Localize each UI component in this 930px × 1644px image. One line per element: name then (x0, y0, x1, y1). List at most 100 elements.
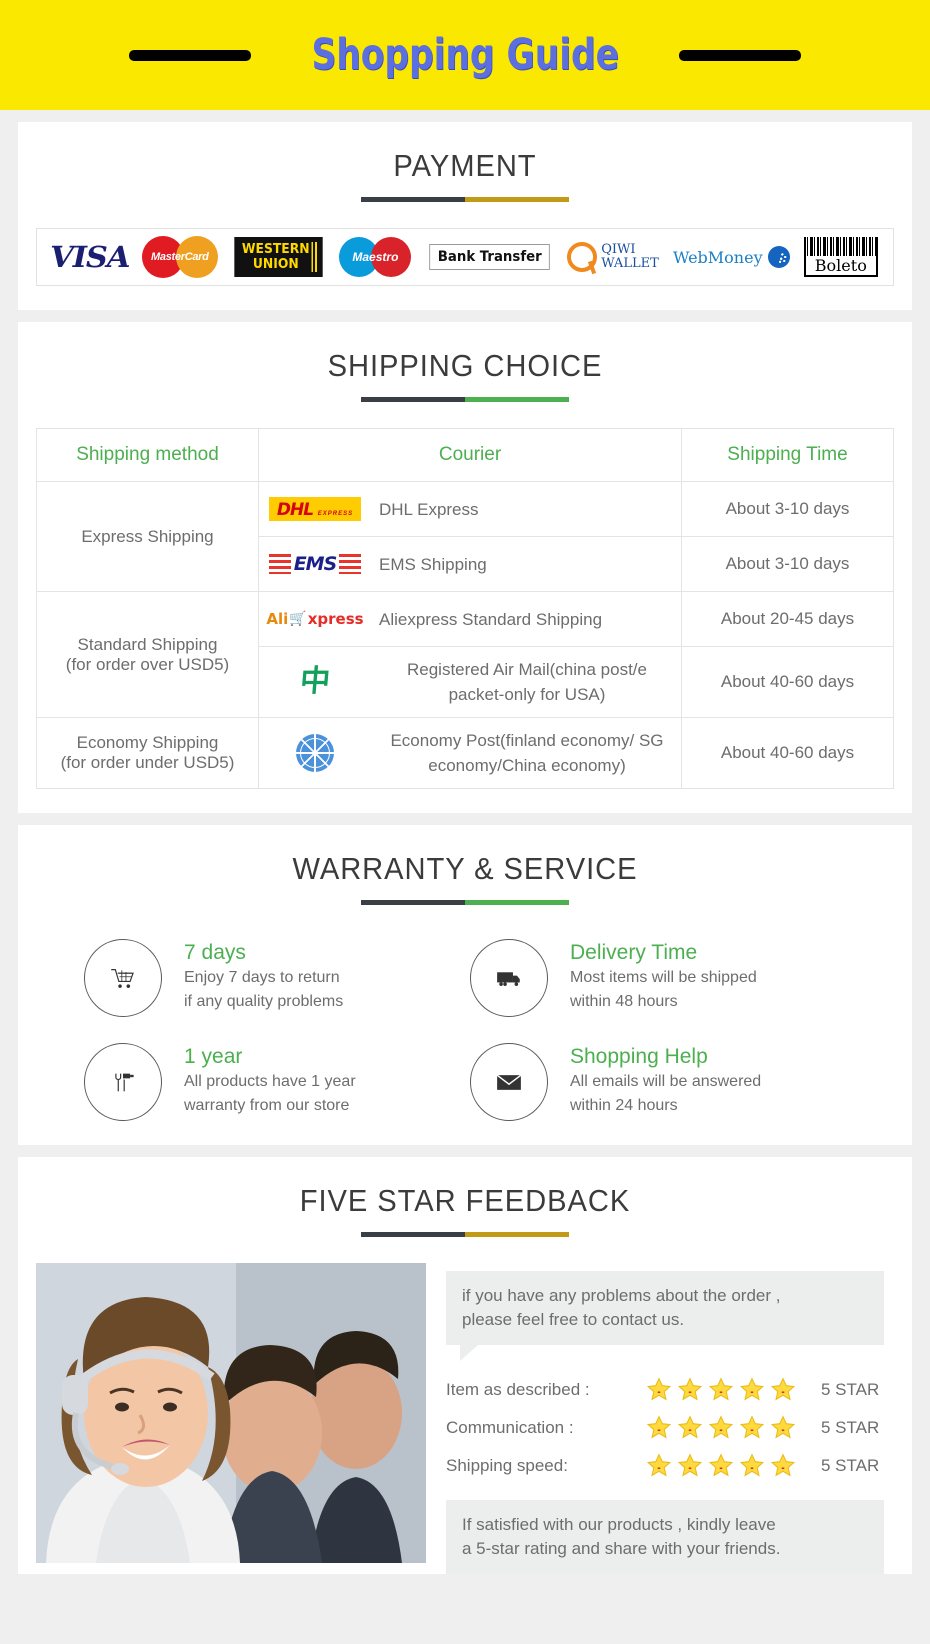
cell-shipping-time: About 3-10 days (681, 481, 894, 537)
table-row: Express Shipping DHL EXPRESS DHL Express… (36, 481, 894, 592)
star-icon (646, 1377, 672, 1401)
barcode-icon (803, 237, 878, 256)
warranty-item-title: Shopping Help (570, 1045, 708, 1068)
warranty-item-title: 7 days (184, 941, 246, 964)
warranty-item-help: Shopping Help All emails will be answere… (470, 1043, 846, 1121)
warranty-item-desc: All emails will be answered within 24 ho… (570, 1073, 762, 1114)
shopping-cart-icon (84, 939, 162, 1017)
envelope-icon (470, 1043, 548, 1121)
star-icon (677, 1415, 703, 1439)
page-title: Shopping Guide (311, 30, 619, 80)
cell-shipping-method: Economy Shipping (for order under USD5) (36, 717, 259, 789)
warranty-item-delivery: Delivery Time Most items will be shipped… (470, 939, 846, 1017)
courier-label: DHL Express (379, 499, 479, 519)
payment-section-title: PAYMENT (393, 148, 537, 183)
rating-value: 5 STAR (821, 1379, 880, 1399)
column-header-time: Shipping Time (681, 428, 894, 482)
star-icon (646, 1415, 672, 1439)
feedback-bottom-bubble: If satisfied with our products , kindly … (446, 1500, 884, 1574)
column-header-courier: Courier (258, 428, 682, 482)
warranty-item-desc: Enjoy 7 days to return if any quality pr… (184, 969, 344, 1010)
webmoney-globe-icon (767, 246, 790, 268)
courier-label: Registered Air Mail(china post/e packet-… (406, 660, 647, 704)
rating-label: Shipping speed: (446, 1455, 568, 1475)
underline-gold-half (465, 1232, 569, 1237)
underline-dark-half (361, 1232, 465, 1237)
underline-dark-half (361, 397, 465, 402)
warranty-item-title: Delivery Time (570, 941, 698, 964)
cell-courier: DHL EXPRESS DHL Express (258, 481, 682, 537)
warranty-item-return: 7 days Enjoy 7 days to return if any qua… (84, 939, 460, 1017)
star-icon (770, 1453, 796, 1477)
feedback-underline (36, 1232, 894, 1237)
star-rating (646, 1453, 821, 1478)
warranty-section: WARRANTY & SERVICE 7 days Enjoy 7 days t… (18, 825, 912, 1145)
feedback-top-bubble: if you have any problems about the order… (446, 1271, 884, 1361)
star-icon (739, 1453, 765, 1477)
rating-list: Item as described : 5 STAR Communication… (446, 1377, 884, 1478)
courier-label: Aliexpress Standard Shipping (379, 609, 603, 629)
star-icon (708, 1377, 734, 1401)
payment-methods-strip: VISA MasterCard WESTERN UNION Maestro Ba… (36, 228, 894, 286)
cell-shipping-time: About 40-60 days (681, 646, 894, 718)
webmoney-logo: WebMoney (673, 246, 790, 268)
underline-green-half (465, 397, 569, 402)
cart-icon: 🛒 (289, 611, 307, 627)
star-rating (646, 1377, 821, 1402)
shipping-section-title: SHIPPING CHOICE (327, 348, 603, 383)
china-post-logo: 中 (298, 664, 332, 699)
truck-icon (470, 939, 548, 1017)
qiwi-q-icon (567, 242, 598, 272)
star-icon (770, 1377, 796, 1401)
feedback-body: if you have any problems about the order… (36, 1263, 894, 1574)
table-row: Standard Shipping (for order over USD5) … (36, 591, 894, 718)
cell-courier: Economy Post(finland economy/ SG economy… (258, 717, 682, 789)
underline-dark-half (361, 197, 465, 202)
feedback-section: FIVE STAR FEEDBACK if you have any probl… (18, 1157, 912, 1574)
cell-shipping-time: About 20-45 days (681, 591, 894, 647)
maestro-logo: Maestro (339, 237, 412, 277)
un-post-logo (265, 734, 365, 772)
cell-shipping-method: Standard Shipping (for order over USD5) (36, 591, 259, 718)
shipping-section: SHIPPING CHOICE Shipping method Courier … (18, 322, 912, 813)
table-header-row: Shipping method Courier Shipping Time (36, 428, 894, 482)
star-icon (770, 1415, 796, 1439)
star-icon (708, 1415, 734, 1439)
underline-green-half (465, 900, 569, 905)
warranty-section-title: WARRANTY & SERVICE (292, 851, 638, 886)
warranty-item-warranty: 1 year All products have 1 year warranty… (84, 1043, 460, 1121)
column-header-method: Shipping method (36, 428, 259, 482)
star-icon (677, 1377, 703, 1401)
dhl-logo: DHL EXPRESS (265, 492, 365, 526)
underline-gold-half (465, 197, 569, 202)
rating-row: Item as described : 5 STAR (446, 1377, 884, 1402)
page-banner: Shopping Guide (0, 0, 930, 110)
underline-dark-half (361, 900, 465, 905)
shipping-options-table: Shipping method Courier Shipping Time Ex… (36, 428, 894, 789)
rating-label: Communication : (446, 1417, 574, 1437)
star-icon (646, 1453, 672, 1477)
cell-shipping-time: About 40-60 days (681, 717, 894, 789)
qiwi-wallet-logo: QIWI WALLET (567, 242, 659, 272)
cell-courier: 中 Registered Air Mail(china post/e packe… (258, 646, 682, 718)
payment-section: PAYMENT VISA MasterCard WESTERN UNION Ma… (18, 122, 912, 310)
rating-value: 5 STAR (821, 1455, 880, 1475)
star-icon (708, 1453, 734, 1477)
cell-courier: Ali 🛒 xpress Aliexpress Standard Shippin… (258, 591, 682, 647)
boleto-logo: Boleto (803, 237, 878, 277)
shopping-guide-page: Shopping Guide PAYMENT VISA MasterCard W… (0, 0, 930, 1588)
tools-icon (84, 1043, 162, 1121)
warranty-item-desc: Most items will be shipped within 48 hou… (570, 969, 757, 1010)
ems-logo: EMS (265, 547, 365, 581)
rating-row: Shipping speed: 5 STAR (446, 1453, 884, 1478)
mastercard-logo: MasterCard (141, 236, 218, 278)
banner-bar-right (679, 49, 802, 61)
warranty-item-title: 1 year (184, 1045, 243, 1068)
courier-label: Economy Post(finland economy/ SG economy… (390, 731, 664, 775)
star-rating (646, 1415, 821, 1440)
cell-courier: EMS EMS Shipping (258, 536, 682, 592)
rating-value: 5 STAR (821, 1417, 880, 1437)
warranty-items-grid: 7 days Enjoy 7 days to return if any qua… (36, 939, 894, 1121)
customer-service-photo (36, 1263, 426, 1563)
cell-shipping-time: About 3-10 days (681, 536, 894, 592)
